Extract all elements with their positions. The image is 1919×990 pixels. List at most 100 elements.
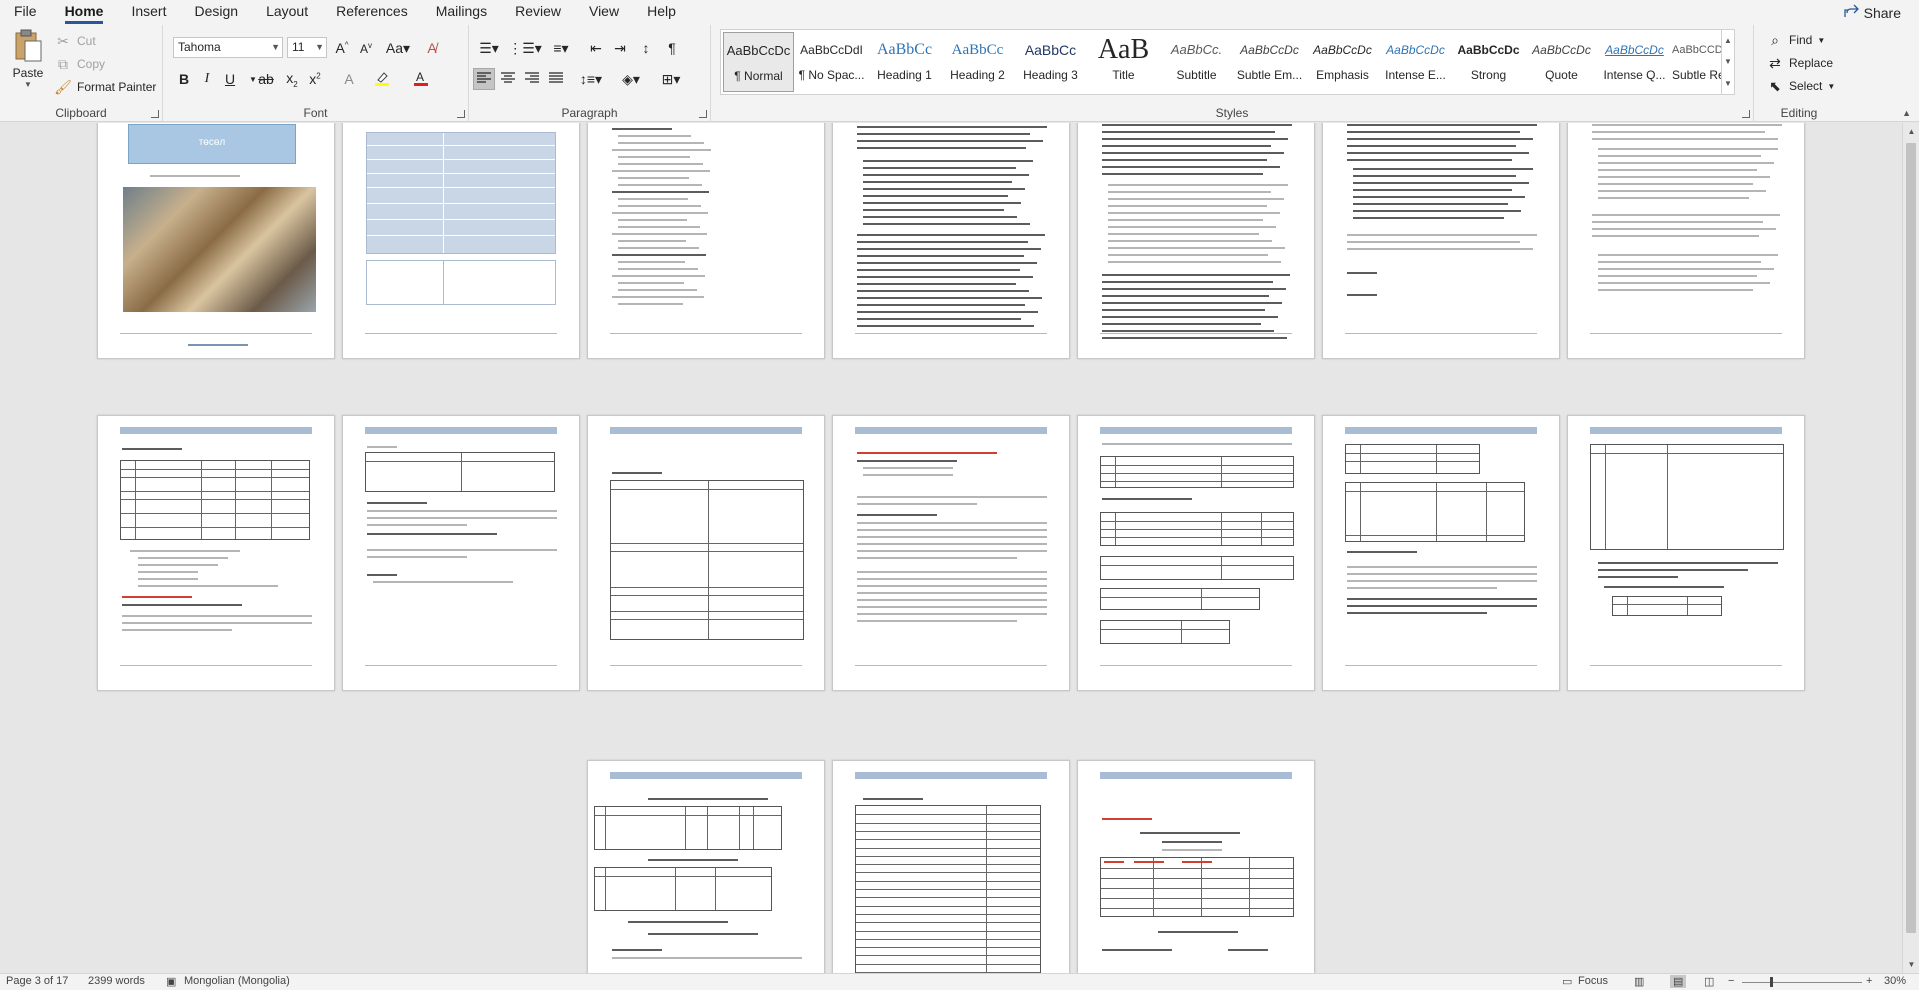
styles-launcher-icon[interactable] — [1742, 110, 1750, 118]
find-button[interactable]: ⌕ Find ▼ — [1766, 30, 1825, 50]
zoom-in-icon[interactable]: + — [1866, 975, 1872, 987]
web-layout-icon[interactable]: ◫ — [1704, 975, 1714, 988]
page-thumbnail[interactable] — [1322, 415, 1560, 691]
style-subtitle[interactable]: AaBbCc. Subtitle — [1161, 32, 1232, 92]
align-center-button[interactable] — [497, 68, 519, 90]
sort-button[interactable]: ↕ — [635, 37, 657, 59]
shading-button[interactable]: ◈▾ — [615, 68, 647, 90]
font-color-button[interactable]: A — [410, 68, 432, 90]
paste-dropdown-icon[interactable]: ▼ — [6, 80, 50, 89]
style-heading-3[interactable]: AaBbCc Heading 3 — [1015, 32, 1086, 92]
page-thumbnail[interactable] — [587, 123, 825, 359]
page-thumbnail[interactable] — [832, 760, 1070, 973]
word-count[interactable]: 2399 words — [88, 975, 145, 987]
page-thumbnail[interactable] — [342, 415, 580, 691]
justify-button[interactable] — [545, 68, 567, 90]
align-left-button[interactable] — [473, 68, 495, 90]
read-mode-icon[interactable]: ▥ — [1634, 975, 1644, 988]
language-indicator[interactable]: Mongolian (Mongolia) — [184, 975, 290, 987]
chevron-down-icon[interactable]: ▼ — [271, 38, 280, 57]
copy-button[interactable]: ⧉ Copy — [54, 54, 105, 74]
page-thumbnail[interactable] — [587, 415, 825, 691]
scroll-thumb[interactable] — [1906, 143, 1916, 933]
tab-file[interactable]: File — [0, 0, 51, 25]
tab-help[interactable]: Help — [633, 0, 690, 25]
increase-indent-button[interactable]: ⇥ — [609, 37, 631, 59]
chevron-down-icon[interactable]: ▼ — [315, 38, 324, 57]
document-area[interactable]: төсөл — [0, 123, 1902, 973]
zoom-slider[interactable] — [1742, 982, 1862, 983]
tab-design[interactable]: Design — [180, 0, 252, 25]
vertical-scrollbar[interactable]: ▲ ▼ — [1902, 123, 1919, 973]
tab-view[interactable]: View — [575, 0, 633, 25]
page-thumbnail[interactable] — [587, 760, 825, 973]
clipboard-launcher-icon[interactable] — [151, 110, 159, 118]
style-title[interactable]: AaB Title — [1088, 32, 1159, 92]
font-size-combo[interactable]: 11 ▼ — [287, 37, 327, 58]
subscript-button[interactable]: x2 — [281, 68, 303, 90]
chevron-down-icon[interactable]: ▼ — [1724, 57, 1732, 66]
style-heading-2[interactable]: AaBbCc Heading 2 — [942, 32, 1013, 92]
page-thumbnail[interactable] — [1567, 415, 1805, 691]
shrink-font-button[interactable]: Av — [355, 37, 377, 59]
decrease-indent-button[interactable]: ⇤ — [585, 37, 607, 59]
text-effects-button[interactable]: A — [338, 68, 360, 90]
page-thumbnail[interactable] — [832, 123, 1070, 359]
highlight-button[interactable] — [371, 68, 393, 90]
tab-references[interactable]: References — [322, 0, 422, 25]
zoom-level[interactable]: 30% — [1884, 975, 1906, 987]
borders-button[interactable]: ⊞▾ — [655, 68, 687, 90]
italic-button[interactable]: I — [196, 68, 218, 90]
page-thumbnail[interactable] — [97, 415, 335, 691]
scroll-up-icon[interactable]: ▲ — [1903, 123, 1919, 140]
show-marks-button[interactable]: ¶ — [661, 37, 683, 59]
paste-button[interactable]: Paste ▼ — [6, 29, 50, 95]
paragraph-launcher-icon[interactable] — [699, 110, 707, 118]
page-count[interactable]: Page 3 of 17 — [6, 975, 68, 987]
clear-formatting-button[interactable]: A̸ — [421, 37, 443, 59]
multilevel-list-button[interactable]: ≡▾ — [545, 37, 577, 59]
page-thumbnail[interactable] — [1077, 415, 1315, 691]
scroll-down-icon[interactable]: ▼ — [1903, 956, 1919, 973]
style-emphasis[interactable]: AaBbCcDc Emphasis — [1307, 32, 1378, 92]
select-button[interactable]: ⬉ Select ▼ — [1766, 76, 1835, 96]
zoom-slider-thumb[interactable] — [1770, 977, 1773, 987]
style-heading-1[interactable]: AaBbCc Heading 1 — [869, 32, 940, 92]
tab-mailings[interactable]: Mailings — [422, 0, 501, 25]
style-subtle-reference[interactable]: AaBbCCDDI Subtle Ref... — [1672, 32, 1722, 92]
collapse-ribbon-icon[interactable]: ▲ — [1902, 108, 1911, 118]
page-thumbnail[interactable]: төсөл — [97, 123, 335, 359]
style-normal[interactable]: AaBbCcDc ¶ Normal — [723, 32, 794, 92]
line-spacing-button[interactable]: ↕≡▾ — [575, 68, 607, 90]
bold-button[interactable]: B — [173, 68, 195, 90]
style-intense-quote[interactable]: AaBbCcDc Intense Q... — [1599, 32, 1670, 92]
page-thumbnail[interactable] — [1077, 760, 1315, 973]
underline-button[interactable]: U — [219, 68, 241, 90]
change-case-button[interactable]: Aa▾ — [383, 37, 413, 59]
more-styles-icon[interactable]: ▼ — [1724, 79, 1732, 88]
strikethrough-button[interactable]: ab — [255, 68, 277, 90]
tab-review[interactable]: Review — [501, 0, 575, 25]
style-strong[interactable]: AaBbCcDc Strong — [1453, 32, 1524, 92]
style-quote[interactable]: AaBbCcDc Quote — [1526, 32, 1597, 92]
bullets-button[interactable]: ☰▾ — [473, 37, 505, 59]
style-no-spacing[interactable]: AaBbCcDdI ¶ No Spac... — [796, 32, 867, 92]
page-thumbnail[interactable] — [1077, 123, 1315, 359]
focus-button[interactable]: Focus — [1578, 975, 1608, 987]
tab-layout[interactable]: Layout — [252, 0, 322, 25]
align-right-button[interactable] — [521, 68, 543, 90]
page-thumbnail[interactable] — [832, 415, 1070, 691]
style-subtle-emphasis[interactable]: AaBbCcDc Subtle Em... — [1234, 32, 1305, 92]
numbering-button[interactable]: ⋮☰▾ — [508, 37, 542, 59]
zoom-out-icon[interactable]: − — [1728, 975, 1734, 987]
grow-font-button[interactable]: A^ — [331, 37, 353, 59]
chevron-up-icon[interactable]: ▲ — [1724, 36, 1732, 45]
focus-icon[interactable]: ▭ — [1562, 975, 1572, 988]
superscript-button[interactable]: x2 — [304, 68, 326, 90]
cut-button[interactable]: ✂ Cut — [54, 31, 96, 51]
page-thumbnail[interactable] — [1567, 123, 1805, 359]
proofing-icon[interactable]: ▣ — [166, 975, 176, 988]
style-intense-emphasis[interactable]: AaBbCcDc Intense E... — [1380, 32, 1451, 92]
font-name-combo[interactable]: Tahoma ▼ — [173, 37, 283, 58]
format-painter-button[interactable]: 🖌 Format Painter — [54, 77, 156, 97]
